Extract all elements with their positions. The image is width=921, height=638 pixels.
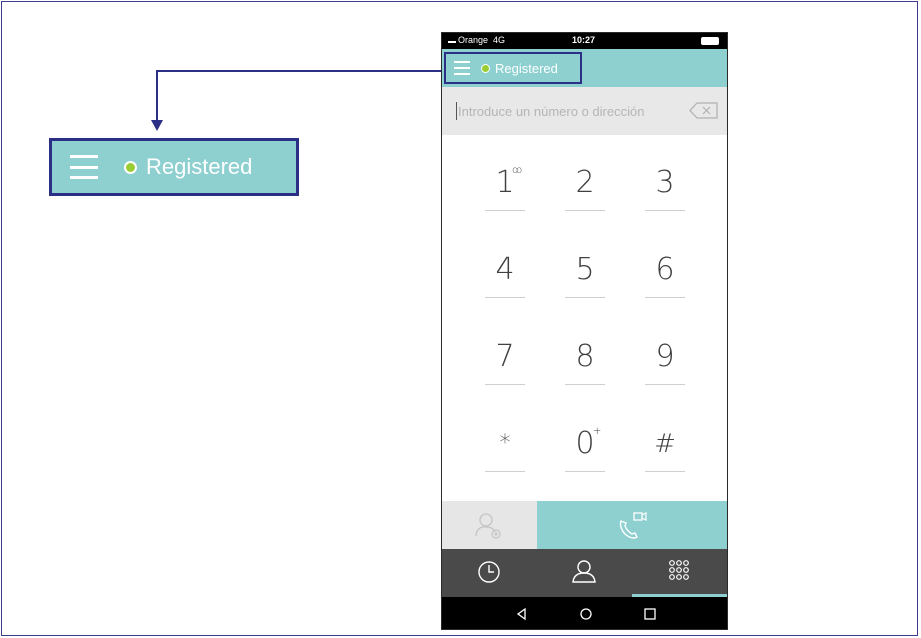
registered-highlight-box: Registered xyxy=(444,52,582,84)
nav-recents-button[interactable] xyxy=(602,597,697,629)
key-4[interactable]: 4 xyxy=(485,252,525,298)
key-digit: 4 xyxy=(495,252,515,287)
key-underline xyxy=(565,384,605,385)
key-digit: 2 xyxy=(575,165,595,200)
status-bar: Orange 4G 10:27 xyxy=(442,33,727,49)
action-bar xyxy=(442,501,727,549)
network-type: 4G xyxy=(493,35,506,45)
tab-bar xyxy=(442,549,727,597)
tab-contacts[interactable] xyxy=(537,549,632,597)
key-8[interactable]: 8 xyxy=(565,339,605,385)
key-1[interactable]: 1 ꝏ xyxy=(485,165,525,211)
key-digit: 7 xyxy=(495,339,515,374)
key-digit: 8 xyxy=(575,339,595,374)
key-star[interactable]: * xyxy=(485,426,525,472)
key-digit: 9 xyxy=(655,339,675,374)
add-contact-button[interactable] xyxy=(442,501,537,549)
hamburger-menu-icon xyxy=(70,155,98,179)
plus-sup: + xyxy=(593,426,602,437)
key-7[interactable]: 7 xyxy=(485,339,525,385)
key-underline xyxy=(485,210,525,211)
carrier-info: Orange 4G xyxy=(448,35,505,45)
voicemail-icon: ꝏ xyxy=(512,165,523,176)
key-underline xyxy=(485,384,525,385)
recents-square-icon xyxy=(644,608,656,620)
key-5[interactable]: 5 xyxy=(565,252,605,298)
phone-screen: Orange 4G 10:27 Registered 1 ꝏ 2 3 xyxy=(441,32,728,630)
video-call-button[interactable] xyxy=(537,501,727,549)
number-entry-row xyxy=(442,87,727,135)
key-underline xyxy=(485,297,525,298)
key-9[interactable]: 9 xyxy=(645,339,685,385)
app-header: Registered xyxy=(442,49,727,87)
key-digit: 6 xyxy=(655,252,675,287)
key-digit: 5 xyxy=(575,252,595,287)
key-underline xyxy=(645,471,685,472)
video-call-icon xyxy=(619,512,647,539)
key-0[interactable]: 0 + xyxy=(565,426,605,472)
key-2[interactable]: 2 xyxy=(565,165,605,211)
key-underline xyxy=(565,210,605,211)
tab-history[interactable] xyxy=(442,549,537,597)
registered-status-dot xyxy=(481,63,490,73)
header-status-label: Registered xyxy=(495,60,558,76)
registered-status-dot xyxy=(124,160,137,174)
dialpad: 1 ꝏ 2 3 4 5 6 7 8 9 * 0 + # xyxy=(442,135,727,501)
signal-icon xyxy=(448,35,456,43)
key-underline xyxy=(565,297,605,298)
text-cursor xyxy=(456,102,457,120)
key-digit: # xyxy=(654,429,676,459)
key-underline xyxy=(645,210,685,211)
android-nav-bar xyxy=(442,597,727,629)
key-underline xyxy=(645,384,685,385)
key-6[interactable]: 6 xyxy=(645,252,685,298)
tab-dialpad[interactable] xyxy=(632,549,727,597)
history-clock-icon xyxy=(478,561,500,583)
key-digit: * xyxy=(499,431,511,456)
add-contact-icon xyxy=(475,513,501,539)
key-underline xyxy=(565,471,605,472)
contacts-person-icon xyxy=(572,560,596,583)
key-hash[interactable]: # xyxy=(645,426,685,472)
battery-icon xyxy=(701,37,719,45)
registered-callout: Registered xyxy=(49,138,299,196)
dialpad-grid-icon xyxy=(669,560,689,580)
backspace-icon[interactable] xyxy=(689,102,719,119)
key-3[interactable]: 3 xyxy=(645,165,685,211)
status-time: 10:27 xyxy=(572,35,596,45)
carrier-name: Orange xyxy=(458,35,489,45)
hamburger-menu-icon[interactable] xyxy=(454,61,470,75)
callout-status-label: Registered xyxy=(146,154,253,179)
key-underline xyxy=(645,297,685,298)
key-digit: 3 xyxy=(655,165,675,200)
number-input[interactable] xyxy=(458,103,668,119)
key-underline xyxy=(485,471,525,472)
key-digit: 0 xyxy=(575,426,595,461)
